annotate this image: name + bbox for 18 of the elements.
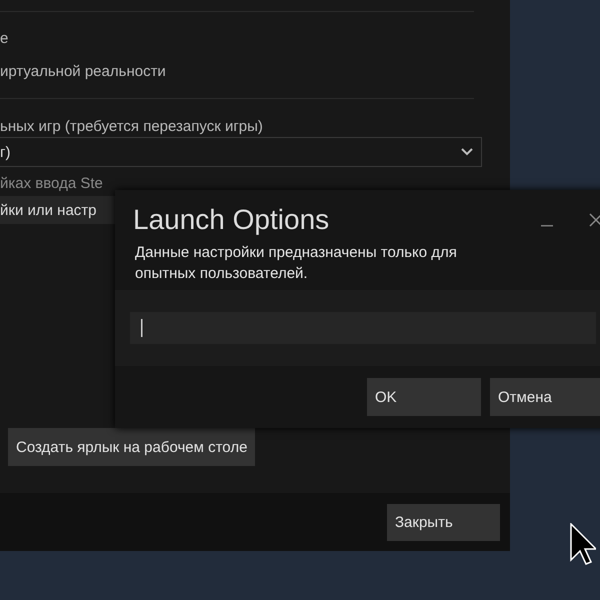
setting-label: иртуальной реальности — [0, 63, 167, 80]
close-icon[interactable] — [589, 213, 600, 227]
create-shortcut-button[interactable]: Создать ярлык на рабочем столе — [8, 428, 256, 466]
dialog-description: Данные настройки предназначены только для опытных пользователей. — [135, 243, 458, 284]
text-cursor-icon — [141, 319, 143, 337]
setting-label: е — [0, 30, 10, 47]
cancel-button[interactable]: Отмена — [490, 378, 600, 416]
dropdown[interactable]: г) — [0, 137, 482, 167]
close-window-button[interactable]: Закрыть — [387, 504, 500, 540]
field-label: йках ввода Ste — [0, 175, 104, 192]
mouse-pointer-icon — [570, 523, 596, 565]
chevron-down-icon — [461, 148, 473, 156]
launch-options-input[interactable] — [130, 312, 596, 344]
dialog-title: Launch Options — [133, 204, 330, 236]
ok-button[interactable]: OK — [367, 378, 481, 416]
input-field[interactable]: йки или настр — [0, 196, 115, 224]
dropdown-label: ьных игр (требуется перезапуск игры) — [0, 118, 264, 135]
minimize-icon[interactable] — [541, 225, 553, 227]
